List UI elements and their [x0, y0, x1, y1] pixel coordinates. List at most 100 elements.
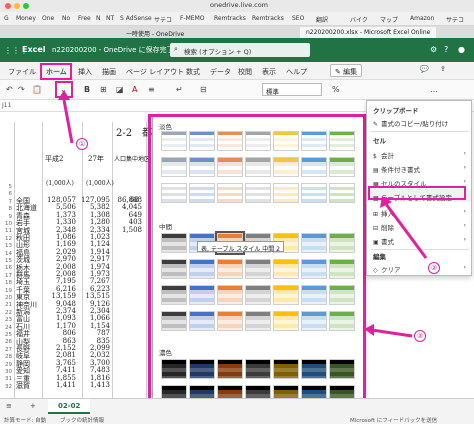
undo-icon[interactable]: ↶: [6, 85, 13, 94]
value-cell[interactable]: 1,413: [74, 381, 110, 389]
prefecture-cell[interactable]: 滋賀: [16, 381, 30, 391]
bookmark[interactable]: Money: [16, 15, 36, 22]
value-cell[interactable]: 1,411: [40, 381, 76, 389]
tab-review[interactable]: 校閲: [238, 67, 252, 77]
row-header[interactable]: 20: [0, 295, 12, 301]
row-header[interactable]: 25: [0, 332, 12, 338]
address-bar[interactable]: onedrive.live.com: [210, 1, 268, 9]
help-icon[interactable]: ?: [444, 45, 448, 54]
row-header[interactable]: 15: [0, 258, 12, 264]
bookmark[interactable]: Remtracks: [252, 15, 284, 22]
search-input[interactable]: ⌕ 検索 (オプション + Q): [170, 43, 310, 57]
wrap-icon[interactable]: ↵: [176, 85, 183, 94]
row-header[interactable]: 6: [0, 191, 13, 197]
tab-draw[interactable]: 描画: [102, 67, 116, 77]
header-cell[interactable]: 平成2: [45, 154, 63, 164]
bookmark[interactable]: One: [42, 15, 54, 22]
row-header[interactable]: 9: [0, 214, 13, 220]
bookmark[interactable]: サテコ: [154, 15, 172, 24]
row-header[interactable]: 30: [0, 369, 12, 375]
browser-tab-active[interactable]: n220200200.xlsx - Microsoft Excel Online: [300, 27, 437, 38]
bold-icon[interactable]: B: [84, 85, 90, 94]
tab-data[interactable]: データ: [210, 67, 231, 77]
tab-file[interactable]: ファイル: [8, 67, 36, 77]
menu-item-clear[interactable]: ◇ クリア ›: [367, 261, 471, 274]
row-header[interactable]: 28: [0, 354, 12, 360]
number-format-dropdown[interactable]: 標準: [262, 83, 322, 96]
row-header[interactable]: 5: [0, 184, 13, 190]
bookmark[interactable]: No: [62, 15, 70, 22]
bookmark[interactable]: G: [4, 15, 9, 22]
row-header[interactable]: 7: [0, 199, 13, 205]
sheet-list-icon[interactable]: ≡: [6, 402, 12, 410]
bookmark[interactable]: Amazon: [410, 15, 434, 22]
bookmark[interactable]: サテコ: [446, 15, 464, 24]
edit-mode-button[interactable]: ✎ 編集: [330, 64, 363, 77]
row-header[interactable]: 23: [0, 317, 12, 323]
row-header[interactable]: 32: [0, 384, 12, 390]
app-name[interactable]: Excel: [22, 45, 46, 54]
tab-page-layout[interactable]: ページ レイアウト: [126, 67, 184, 77]
menu-item-conditional-format[interactable]: ▤ 条件付き書式 ›: [367, 161, 471, 174]
percent-icon[interactable]: %: [332, 85, 340, 94]
redo-icon[interactable]: ↷: [18, 85, 25, 94]
bookmark[interactable]: Remtracks: [214, 15, 246, 22]
row-header[interactable]: 21: [0, 302, 12, 308]
row-header[interactable]: 26: [0, 339, 12, 345]
menu-item-format[interactable]: ▣ 書式 ›: [367, 233, 471, 246]
menu-item-delete[interactable]: ⊟ 削除 ›: [367, 219, 471, 232]
zoom-window-button[interactable]: [23, 3, 29, 9]
row-header[interactable]: 11: [0, 228, 12, 234]
tab-view[interactable]: 表示: [262, 67, 276, 77]
fill-color-icon[interactable]: ◪: [116, 85, 124, 94]
row-header[interactable]: 31: [0, 376, 12, 382]
sheet-tab-active[interactable]: 02-02: [48, 399, 91, 414]
bookmark[interactable]: F-MEMO: [180, 15, 204, 22]
font-color-icon[interactable]: A: [132, 85, 137, 94]
row-header[interactable]: 14: [0, 251, 12, 257]
bookmark[interactable]: 翻訳: [316, 15, 328, 24]
name-box[interactable]: J11: [2, 102, 11, 109]
close-window-button[interactable]: [5, 3, 11, 9]
header-cell[interactable]: 27年: [88, 154, 104, 164]
bookmark[interactable]: NT: [106, 15, 114, 22]
value-cell[interactable]: 1,508: [106, 226, 142, 234]
row-header[interactable]: 19: [0, 288, 12, 294]
minimize-window-button[interactable]: [14, 3, 20, 9]
browser-tab[interactable]: 一時使用 - OneDrive: [120, 27, 190, 38]
bookmark[interactable]: S AdSense: [120, 15, 152, 22]
avatar[interactable]: ●: [458, 45, 465, 54]
merge-icon[interactable]: ⊟: [200, 85, 207, 94]
row-header[interactable]: 12: [0, 236, 12, 242]
paste-icon[interactable]: 📋: [32, 85, 42, 94]
feedback-link[interactable]: Microsoft にフィードバックを送信: [350, 416, 437, 424]
document-title[interactable]: n220200200 - OneDrive に保存完了: [52, 45, 174, 55]
align-icon[interactable]: ≡: [148, 85, 155, 94]
row-header[interactable]: 24: [0, 325, 12, 331]
menu-item-format-painter[interactable]: ✎ 書式のコピー/貼り付け: [367, 115, 471, 128]
bookmark[interactable]: SEO: [292, 15, 304, 22]
settings-icon[interactable]: ⚙: [430, 45, 437, 54]
tab-help[interactable]: ヘルプ: [286, 67, 307, 77]
header-cell[interactable]: 人口集中地区: [114, 154, 150, 163]
bookmark[interactable]: バイク: [350, 15, 368, 24]
row-header[interactable]: 8: [0, 206, 13, 212]
borders-icon[interactable]: ⊞: [100, 85, 107, 94]
row-header[interactable]: 18: [0, 280, 12, 286]
comment-icon[interactable]: 💬: [420, 65, 429, 73]
row-header[interactable]: 27: [0, 347, 12, 353]
tab-formulas[interactable]: 数式: [186, 67, 200, 77]
add-sheet-icon[interactable]: +: [30, 402, 36, 410]
row-header[interactable]: 22: [0, 310, 12, 316]
unit-cell[interactable]: (1,000人): [86, 178, 114, 187]
bookmark[interactable]: Free: [78, 15, 91, 22]
bookmark[interactable]: N: [96, 15, 101, 22]
more-options-icon[interactable]: …: [430, 85, 438, 94]
tab-insert[interactable]: 挿入: [78, 67, 92, 77]
row-header[interactable]: 17: [0, 273, 12, 279]
menu-item-accounting[interactable]: $ 会計 ›: [367, 147, 471, 160]
workbook-stats[interactable]: ブックの統計情報: [60, 416, 104, 424]
row-header[interactable]: 29: [0, 362, 12, 368]
row-header[interactable]: 13: [0, 243, 12, 249]
row-header[interactable]: 10: [0, 221, 12, 227]
